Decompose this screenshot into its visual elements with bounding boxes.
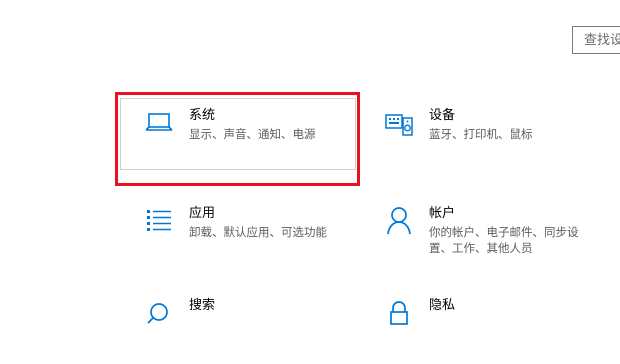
tile-search[interactable]: 搜索: [113, 282, 343, 364]
tile-devices-desc: 蓝牙、打印机、鼠标: [429, 127, 533, 141]
tile-devices-title: 设备: [429, 108, 456, 123]
lock-icon: [383, 296, 415, 328]
search-input[interactable]: 查找设: [572, 26, 620, 54]
apps-list-icon: [143, 204, 175, 236]
tile-privacy[interactable]: 隐私: [353, 282, 583, 364]
search-placeholder: 查找设: [584, 33, 620, 48]
highlight-box: [115, 92, 360, 186]
tile-devices[interactable]: 设备 蓝牙、打印机、鼠标: [353, 92, 583, 174]
person-icon: [383, 204, 415, 236]
tile-accounts[interactable]: 帐户 你的帐户、电子邮件、同步设置、工作、其他人员: [353, 190, 583, 272]
tile-apps[interactable]: 应用 卸载、默认应用、可选功能: [113, 190, 343, 272]
search-icon: [143, 296, 175, 328]
keyboard-speaker-icon: [383, 106, 415, 138]
tile-apps-desc: 卸载、默认应用、可选功能: [189, 225, 327, 239]
tile-privacy-title: 隐私: [429, 298, 456, 313]
tile-accounts-title: 帐户: [429, 206, 456, 221]
tile-search-title: 搜索: [189, 298, 216, 313]
tile-apps-title: 应用: [189, 206, 216, 221]
tile-accounts-desc: 你的帐户、电子邮件、同步设置、工作、其他人员: [429, 225, 579, 255]
